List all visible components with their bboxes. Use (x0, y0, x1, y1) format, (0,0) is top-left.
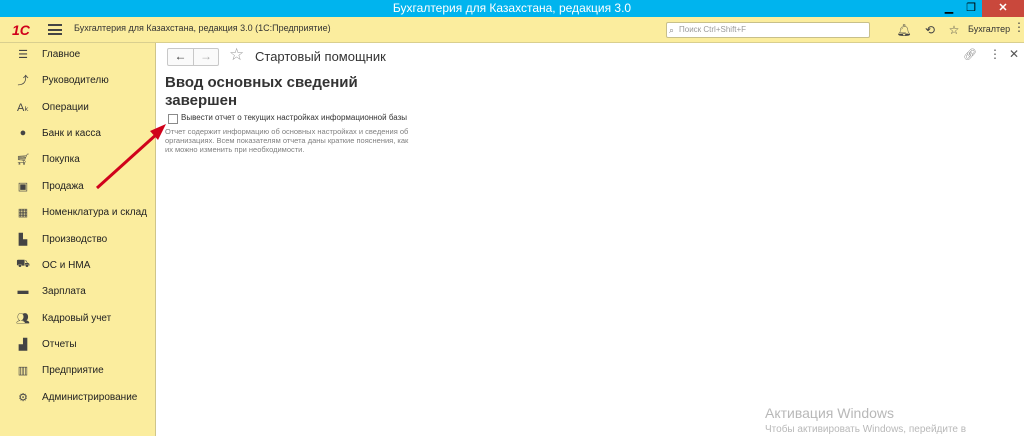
sidebar-item-label: Главное (42, 48, 81, 60)
window-controls: ▁ ❐ ✕ (938, 0, 1024, 17)
sidebar-item-reports[interactable]: ▟ Отчеты (0, 333, 156, 355)
link-icon[interactable]: 🔗︎ (963, 48, 977, 61)
page-heading: Ввод основных сведений завершен (165, 74, 358, 109)
sidebar-item-nomenclature[interactable]: ▦ Номенклатура и склад (0, 201, 156, 223)
sidebar-item-purchase[interactable]: 🛒︎ Покупка (0, 148, 156, 170)
report-checkbox-label[interactable]: Вывести отчет о текущих настройках инфор… (181, 113, 407, 122)
sidebar-item-main[interactable]: ☰ Главное (0, 43, 156, 65)
menu-icon: ☰ (18, 48, 28, 61)
history-icon[interactable]: ⟲ (922, 22, 938, 38)
star-icon[interactable]: ☆ (229, 45, 244, 65)
sidebar-item-bank[interactable]: ● Банк и касса (0, 122, 156, 144)
truck-icon: ⛟ (16, 258, 30, 270)
bar-chart-icon: ▟ (18, 338, 28, 351)
close-icon[interactable]: ✕ (982, 0, 1024, 17)
app-logo: 1С (12, 22, 30, 38)
forward-arrow-icon[interactable]: → (192, 49, 218, 65)
sidebar-item-assets[interactable]: ⛟ ОС и НМА (0, 254, 156, 276)
app-toolbar: 1С Бухгалтерия для Казахстана, редакция … (0, 17, 1024, 43)
sidebar-item-label: Кадровый учет (42, 312, 112, 324)
sidebar-item-sales[interactable]: ▣ Продажа (0, 175, 156, 197)
sidebar-item-manager[interactable]: ⤴ Руководителю (0, 69, 156, 91)
app-title: Бухгалтерия для Казахстана, редакция 3.0… (74, 23, 331, 33)
sidebar-item-label: Банк и касса (42, 127, 101, 139)
windows-activation-title: Активация Windows (765, 405, 895, 421)
sidebar-item-label: Производство (42, 233, 108, 245)
coins-icon: ● (19, 127, 27, 139)
back-arrow-icon[interactable]: ← (168, 49, 193, 65)
more-vertical-icon[interactable]: ⋮ (989, 47, 1001, 61)
building-icon: ▥ (17, 364, 29, 377)
trend-icon: ⤴ (17, 75, 29, 87)
sidebar-item-label: Номенклатура и склад (42, 206, 147, 218)
wallet-icon: ▬ (17, 285, 29, 297)
window-titlebar: Бухгалтерия для Казахстана, редакция 3.0 (0, 0, 1024, 17)
sidebar-item-label: Продажа (42, 180, 84, 192)
search-icon: ⌕ (669, 25, 675, 35)
sidebar-item-label: Предприятие (42, 364, 104, 376)
sidebar-item-label: Отчеты (42, 338, 77, 350)
search-placeholder: Поиск Ctrl+Shift+F (679, 25, 747, 34)
form-title: Стартовый помощник (255, 49, 386, 64)
hamburger-menu-icon[interactable] (48, 24, 62, 35)
sidebar-item-label: Руководителю (42, 74, 109, 86)
sidebar: ☰ Главное ⤴ Руководителю Aₖ Операции ● Б… (0, 43, 156, 436)
user-name[interactable]: Бухгалтер (968, 24, 1010, 34)
restore-icon[interactable]: ❐ (960, 0, 982, 17)
more-vertical-icon[interactable]: ⋮ (1013, 20, 1024, 34)
sidebar-item-operations[interactable]: Aₖ Операции (0, 96, 156, 118)
bag-icon: ▣ (17, 180, 29, 193)
sidebar-item-hr[interactable]: 👥︎ Кадровый учет (0, 307, 156, 329)
sidebar-item-label: Зарплата (42, 285, 86, 297)
sidebar-item-label: Покупка (42, 153, 80, 165)
favorites-star-icon[interactable]: ☆ (946, 22, 962, 38)
sidebar-item-enterprise[interactable]: ▥ Предприятие (0, 359, 156, 381)
bell-icon[interactable]: 🔔︎ (896, 22, 912, 38)
report-checkbox[interactable] (168, 114, 178, 124)
windows-activation-subtitle: Чтобы активировать Windows, перейдите в (765, 424, 967, 435)
close-icon[interactable]: ✕ (1009, 47, 1019, 61)
window-title: Бухгалтерия для Казахстана, редакция 3.0 (392, 1, 632, 15)
factory-icon: ▙ (18, 233, 28, 246)
cart-icon: 🛒︎ (16, 153, 30, 166)
report-description: Отчет содержит информацию об основных на… (165, 127, 409, 154)
sidebar-item-label: ОС и НМА (42, 259, 91, 271)
history-nav: ← → (167, 48, 219, 66)
gear-icon: ⚙ (18, 391, 28, 404)
minimize-icon[interactable]: ▁ (938, 0, 960, 17)
sidebar-item-label: Администрирование (42, 391, 138, 403)
grid-icon: ▦ (17, 206, 29, 219)
form-content: ← → ☆ Стартовый помощник 🔗︎ ⋮ ✕ Ввод осн… (157, 43, 1024, 436)
search-input[interactable]: ⌕ Поиск Ctrl+Shift+F (666, 22, 870, 38)
people-icon: 👥︎ (16, 312, 30, 325)
sidebar-item-salary[interactable]: ▬ Зарплата (0, 280, 156, 302)
sidebar-item-production[interactable]: ▙ Производство (0, 228, 156, 250)
sidebar-item-admin[interactable]: ⚙ Администрирование (0, 386, 156, 408)
operations-icon: Aₖ (16, 101, 30, 114)
sidebar-item-label: Операции (42, 101, 89, 113)
